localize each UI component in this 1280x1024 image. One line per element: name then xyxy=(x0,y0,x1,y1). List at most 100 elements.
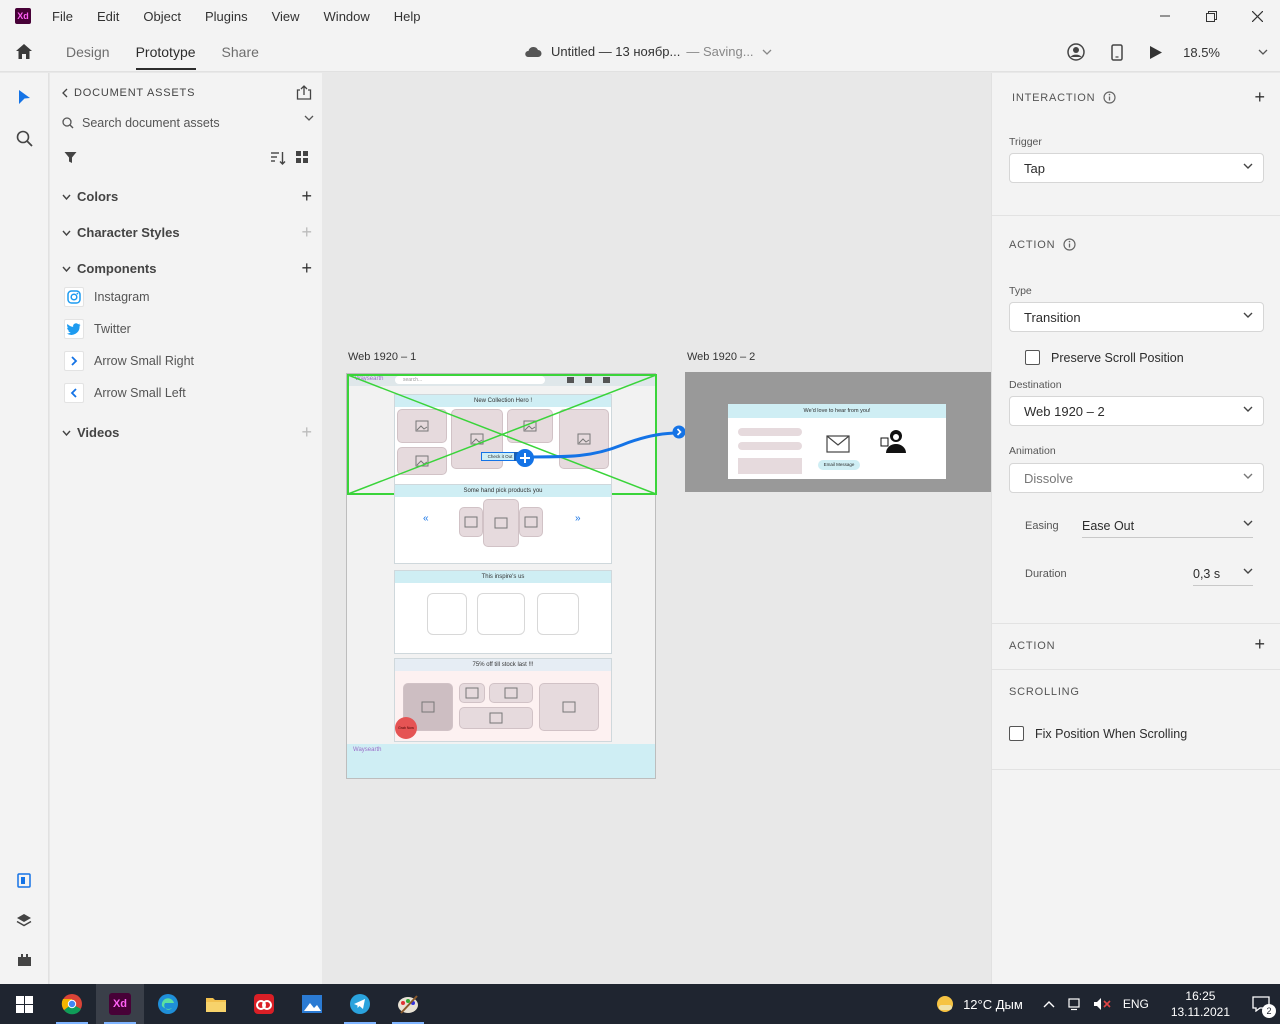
network-icon[interactable] xyxy=(1067,997,1081,1011)
notifications-button[interactable]: 2 xyxy=(1242,984,1280,1024)
component-item-instagram[interactable]: Instagram xyxy=(64,286,304,308)
document-name: Untitled — 13 ноябр... xyxy=(551,44,681,59)
document-title[interactable]: Untitled — 13 ноябр... — Saving... xyxy=(524,44,772,59)
action-section: ACTION Type Transition Preserve Scroll P… xyxy=(992,216,1280,624)
chevron-down-icon[interactable] xyxy=(1243,568,1253,574)
taskbar-photos[interactable] xyxy=(288,984,336,1024)
duration-value[interactable]: 0,3 s xyxy=(1193,567,1220,581)
chevron-up-icon[interactable] xyxy=(1043,1000,1055,1008)
device-preview-button[interactable] xyxy=(1111,43,1123,61)
action-2-section: ACTION + xyxy=(992,624,1280,670)
zoom-tool[interactable] xyxy=(14,128,34,148)
taskbar-chrome[interactable] xyxy=(48,984,96,1024)
character-styles-section-title: Character Styles xyxy=(77,225,180,240)
tab-share[interactable]: Share xyxy=(222,34,259,70)
asset-search-input[interactable]: Search document assets xyxy=(82,116,220,130)
fix-position-checkbox[interactable]: Fix Position When Scrolling xyxy=(1009,726,1187,741)
artboard-label[interactable]: Web 1920 – 1 xyxy=(348,351,416,363)
add-video-button[interactable]: + xyxy=(301,422,312,443)
info-icon[interactable] xyxy=(1103,91,1116,104)
add-character-style-button[interactable]: + xyxy=(301,222,312,243)
play-preview-button[interactable] xyxy=(1149,45,1163,60)
share-user-button[interactable] xyxy=(1067,43,1085,61)
property-inspector: INTERACTION + Trigger Tap ACTION Type Tr… xyxy=(991,73,1280,984)
wire-target-arrow-icon[interactable] xyxy=(672,425,686,439)
clock[interactable]: 16:25 13.11.2021 xyxy=(1171,988,1230,1020)
component-item-arrow-small-right[interactable]: Arrow Small Right xyxy=(64,350,304,372)
animation-dropdown[interactable]: Dissolve xyxy=(1009,463,1264,493)
add-action-button[interactable]: + xyxy=(1254,634,1265,655)
layers-panel-button[interactable] xyxy=(14,910,34,930)
interaction-section: INTERACTION + Trigger Tap xyxy=(992,73,1280,216)
start-button[interactable] xyxy=(0,984,48,1024)
weather-sun-icon[interactable] xyxy=(935,994,955,1014)
type-label: Type xyxy=(1009,285,1032,297)
user-icon xyxy=(1067,43,1085,61)
components-section[interactable]: Components + xyxy=(62,258,312,279)
destination-dropdown[interactable]: Web 1920 – 2 xyxy=(1009,396,1264,426)
mobile-device-icon xyxy=(1111,43,1123,61)
component-item-twitter[interactable]: Twitter xyxy=(64,318,304,340)
asset-search-bar[interactable]: Search document assets xyxy=(62,113,314,133)
artboard-label[interactable]: Web 1920 – 2 xyxy=(687,351,755,363)
assets-back-button[interactable]: DOCUMENT ASSETS xyxy=(62,87,195,99)
tab-design[interactable]: Design xyxy=(66,34,110,70)
add-color-button[interactable]: + xyxy=(301,186,312,207)
info-icon[interactable] xyxy=(1063,238,1076,251)
restore-button[interactable] xyxy=(1188,0,1234,32)
wireframe-sale-title: 75% off till stock last !!! xyxy=(395,659,611,671)
tool-rail xyxy=(0,73,49,984)
taskbar-edge[interactable] xyxy=(144,984,192,1024)
taskbar-creative-cloud[interactable] xyxy=(240,984,288,1024)
grid-view-button[interactable] xyxy=(296,151,308,166)
preserve-scroll-checkbox[interactable]: Preserve Scroll Position xyxy=(1025,350,1184,365)
title-bar: Xd File Edit Object Plugins View Window … xyxy=(0,0,1280,32)
select-tool[interactable] xyxy=(14,87,34,107)
artboard-web-2[interactable]: We'd love to hear from you! Email Messag… xyxy=(685,372,991,492)
checkbox-box[interactable] xyxy=(1025,350,1040,365)
menu-edit[interactable]: Edit xyxy=(97,9,119,24)
tab-prototype[interactable]: Prototype xyxy=(135,34,196,70)
animation-value: Dissolve xyxy=(1024,470,1074,486)
menu-help[interactable]: Help xyxy=(394,9,421,24)
add-component-button[interactable]: + xyxy=(301,258,312,279)
easing-value[interactable]: Ease Out xyxy=(1082,519,1134,533)
menu-view[interactable]: View xyxy=(272,9,300,24)
assets-panel-button[interactable] xyxy=(14,870,34,890)
action-type-dropdown[interactable]: Transition xyxy=(1009,302,1264,332)
add-interaction-icon[interactable] xyxy=(515,448,535,468)
colors-section[interactable]: Colors + xyxy=(62,186,312,207)
wireframe-card xyxy=(427,593,467,635)
taskbar-file-explorer[interactable] xyxy=(192,984,240,1024)
minimize-button[interactable] xyxy=(1142,0,1188,32)
weather-text[interactable]: 12°C Дым xyxy=(963,997,1023,1012)
component-item-arrow-small-left[interactable]: Arrow Small Left xyxy=(64,382,304,404)
filter-button[interactable] xyxy=(64,151,77,167)
sort-button[interactable] xyxy=(270,151,286,168)
home-button[interactable] xyxy=(0,43,48,60)
videos-section[interactable]: Videos + xyxy=(62,422,312,443)
prototype-wire[interactable] xyxy=(512,421,692,471)
volume-muted-icon[interactable] xyxy=(1093,997,1111,1011)
chevron-down-icon[interactable] xyxy=(1243,520,1253,526)
menu-object[interactable]: Object xyxy=(143,9,181,24)
wireframe-textarea xyxy=(738,458,802,474)
character-styles-section[interactable]: Character Styles + xyxy=(62,222,312,243)
trigger-dropdown[interactable]: Tap xyxy=(1009,153,1264,183)
easing-underline xyxy=(1082,537,1253,538)
menu-window[interactable]: Window xyxy=(324,9,370,24)
close-button[interactable] xyxy=(1234,0,1280,32)
checkbox-box[interactable] xyxy=(1009,726,1024,741)
taskbar-telegram[interactable] xyxy=(336,984,384,1024)
menu-file[interactable]: File xyxy=(52,9,73,24)
chevron-down-icon[interactable] xyxy=(304,115,314,121)
design-canvas[interactable]: Web 1920 – 1 Web 1920 – 2 Waysearth sear… xyxy=(322,73,991,984)
plugins-panel-button[interactable] xyxy=(14,950,34,970)
language-indicator[interactable]: ENG xyxy=(1123,997,1149,1011)
menu-plugins[interactable]: Plugins xyxy=(205,9,248,24)
export-assets-button[interactable] xyxy=(296,85,312,103)
taskbar-paint[interactable] xyxy=(384,984,432,1024)
zoom-dropdown[interactable]: 18.5% xyxy=(1183,45,1268,60)
taskbar-adobe-xd[interactable]: Xd xyxy=(96,984,144,1024)
add-interaction-button[interactable]: + xyxy=(1254,87,1265,108)
